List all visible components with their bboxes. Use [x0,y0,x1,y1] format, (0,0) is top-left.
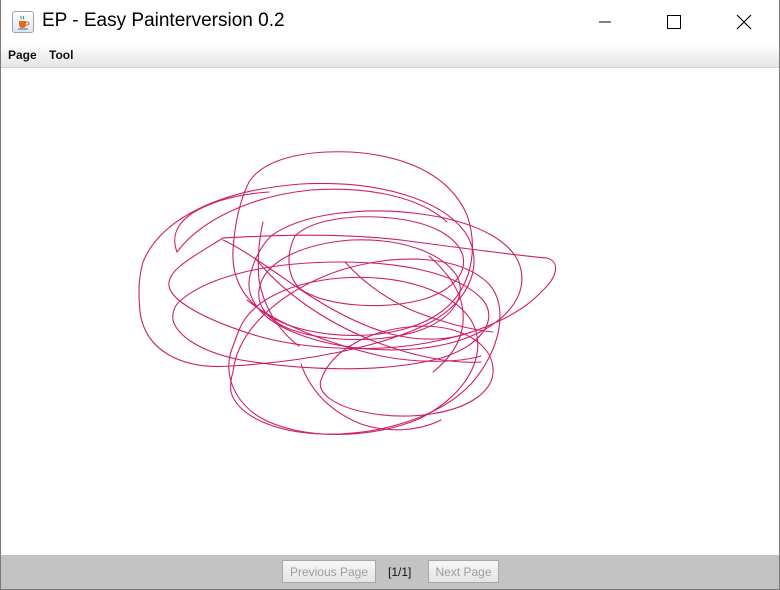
maximize-button[interactable] [651,0,697,44]
close-button[interactable] [721,0,767,44]
previous-page-button[interactable]: Previous Page [282,560,376,583]
minimize-button[interactable] [582,0,628,44]
drawing-canvas[interactable] [1,68,779,555]
java-cup-icon[interactable] [12,11,34,33]
menu-page[interactable]: Page [8,48,37,62]
menu-tool[interactable]: Tool [49,48,73,62]
page-indicator: [1/1] [388,565,412,579]
title-bar[interactable]: EP - Easy Painterversion 0.2 [1,0,779,44]
window-title: EP - Easy Painterversion 0.2 [42,10,285,31]
scribble-drawing [138,151,557,436]
minimize-icon [599,21,611,23]
app-window: EP - Easy Painterversion 0.2 Page Tool P… [0,0,780,590]
maximize-icon [667,15,681,29]
menu-bar: Page Tool [1,44,779,68]
close-icon [736,14,752,30]
next-page-button[interactable]: Next Page [428,560,499,583]
pager-bar: Previous Page [1/1] Next Page [1,555,779,589]
